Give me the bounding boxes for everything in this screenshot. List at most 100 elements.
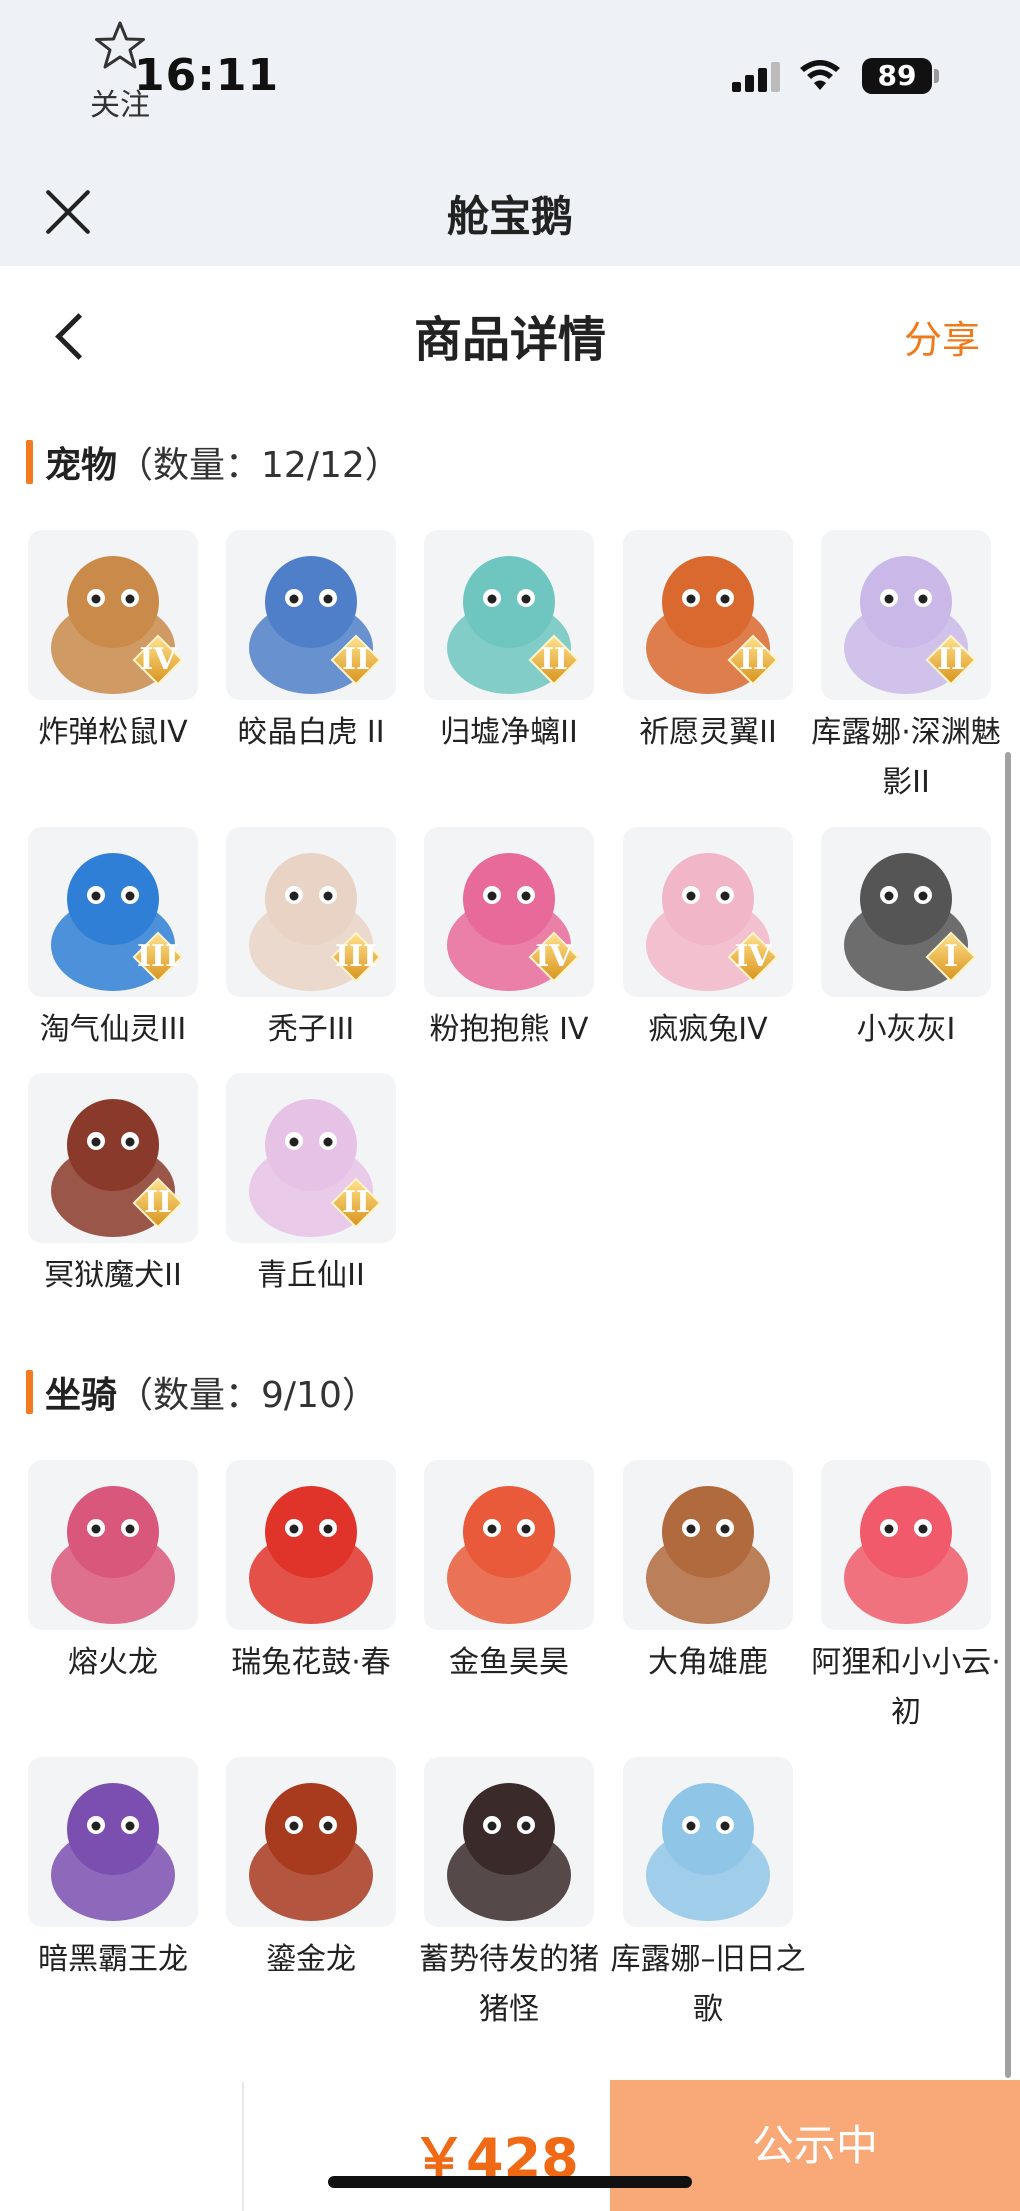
- rank-badge: III: [132, 931, 184, 983]
- item-thumbnail: I: [821, 827, 991, 997]
- list-item[interactable]: IV 粉抱抱熊 IV: [410, 827, 608, 1055]
- rank-numeral: III: [334, 939, 378, 974]
- item-thumbnail: [226, 1460, 396, 1630]
- pets-section-title: 宠物（数量：12/12）: [26, 436, 401, 488]
- item-label: 青丘仙II: [257, 1258, 365, 1293]
- item-label: 暗黑霸王龙: [38, 1942, 188, 1977]
- rank-badge: II: [528, 634, 580, 686]
- item-label: 冥狱魔犬II: [44, 1258, 182, 1293]
- section-accent-bar: [26, 440, 33, 484]
- rank-numeral: IV: [734, 939, 772, 974]
- list-item[interactable]: 鎏金龙: [212, 1757, 410, 1985]
- list-item[interactable]: III 淘气仙灵III: [14, 827, 212, 1055]
- section-name: 坐骑: [45, 1375, 118, 1416]
- follow-label: 关注: [90, 88, 150, 123]
- mounts-section-title: 坐骑（数量：9/10）: [26, 1366, 378, 1418]
- character-image: [844, 1486, 968, 1624]
- item-label: 库露娜·深渊魅影II: [811, 715, 1001, 800]
- rank-numeral: III: [136, 939, 180, 974]
- battery-tip: [934, 69, 939, 83]
- item-label: 归墟净螭II: [440, 715, 578, 750]
- item-label: 秃子III: [267, 1012, 355, 1047]
- rank-badge: II: [330, 1177, 382, 1229]
- list-item[interactable]: 暗黑霸王龙: [14, 1757, 212, 1985]
- page-title: 商品详情: [413, 312, 606, 368]
- list-item[interactable]: 金鱼昊昊: [410, 1460, 608, 1688]
- item-thumbnail: II: [424, 530, 594, 700]
- list-item[interactable]: 蓄势待发的猪猪怪: [410, 1757, 608, 2035]
- character-image: [249, 1783, 373, 1921]
- rank-badge: IV: [132, 634, 184, 686]
- item-thumbnail: [424, 1757, 594, 1927]
- list-item[interactable]: 大角雄鹿: [609, 1460, 807, 1688]
- item-label: 小灰灰I: [856, 1012, 956, 1047]
- rank-badge: II: [330, 634, 382, 686]
- star-icon: [95, 21, 145, 69]
- rank-numeral: II: [143, 1185, 173, 1220]
- rank-numeral: II: [738, 642, 768, 677]
- list-item[interactable]: IV 炸弹松鼠IV: [14, 530, 212, 758]
- list-item[interactable]: 熔火龙: [14, 1460, 212, 1688]
- item-thumbnail: III: [28, 827, 198, 997]
- item-thumbnail: IV: [424, 827, 594, 997]
- character-image: [51, 1783, 175, 1921]
- item-label: 库露娜–旧日之歌: [610, 1942, 806, 2027]
- wifi-icon: [800, 60, 840, 90]
- list-item[interactable]: 瑞兔花鼓·春: [212, 1460, 410, 1688]
- item-thumbnail: [424, 1460, 594, 1630]
- mini-program-title: 舱宝鹅: [446, 192, 573, 241]
- list-item[interactable]: II 皎晶白虎 II: [212, 530, 410, 758]
- item-thumbnail: [623, 1757, 793, 1927]
- list-item[interactable]: 阿狸和小小云·初: [807, 1460, 1005, 1738]
- item-label: 金鱼昊昊: [449, 1645, 569, 1680]
- section-name: 宠物: [45, 445, 118, 486]
- home-indicator: [328, 2176, 692, 2188]
- section-accent-bar: [26, 1370, 33, 1414]
- list-item[interactable]: I 小灰灰I: [807, 827, 1005, 1055]
- rank-numeral: II: [341, 642, 371, 677]
- item-thumbnail: [28, 1757, 198, 1927]
- item-label: 阿狸和小小云·初: [811, 1645, 1001, 1730]
- item-thumbnail: II: [226, 530, 396, 700]
- item-label: 大角雄鹿: [648, 1645, 768, 1680]
- character-image: [447, 1486, 571, 1624]
- list-item[interactable]: II 库露娜·深渊魅影II: [807, 530, 1005, 808]
- list-item[interactable]: III 秃子III: [212, 827, 410, 1055]
- character-image: [646, 1783, 770, 1921]
- rank-badge: II: [925, 634, 977, 686]
- list-item[interactable]: II 祈愿灵翼II: [609, 530, 807, 758]
- list-item[interactable]: II 冥狱魔犬II: [14, 1073, 212, 1301]
- scrollbar[interactable]: [1005, 752, 1011, 2078]
- item-label: 蓄势待发的猪猪怪: [419, 1942, 599, 2027]
- list-item[interactable]: IV 疯疯兔IV: [609, 827, 807, 1055]
- item-thumbnail: [28, 1460, 198, 1630]
- list-item[interactable]: II 归墟净螭II: [410, 530, 608, 758]
- character-image: [447, 1783, 571, 1921]
- signal-icon: [732, 62, 782, 92]
- character-image: [51, 1486, 175, 1624]
- list-item[interactable]: 库露娜–旧日之歌: [609, 1757, 807, 2035]
- battery-indicator: 89: [862, 58, 932, 94]
- status-button[interactable]: 公示中: [610, 2080, 1020, 2211]
- item-label: 鎏金龙: [266, 1942, 356, 1977]
- item-thumbnail: IV: [28, 530, 198, 700]
- item-label: 熔火龙: [68, 1645, 158, 1680]
- rank-badge: II: [132, 1177, 184, 1229]
- rank-badge: III: [330, 931, 382, 983]
- item-thumbnail: [623, 1460, 793, 1630]
- list-item[interactable]: II 青丘仙II: [212, 1073, 410, 1301]
- section-count: （数量：12/12）: [117, 445, 401, 486]
- bottom-divider: [242, 2082, 244, 2211]
- rank-numeral: I: [943, 939, 959, 974]
- item-label: 炸弹松鼠IV: [38, 715, 188, 750]
- rank-numeral: II: [341, 1185, 371, 1220]
- item-thumbnail: II: [821, 530, 991, 700]
- rank-numeral: IV: [139, 642, 177, 677]
- rank-badge: IV: [727, 931, 779, 983]
- item-thumbnail: III: [226, 827, 396, 997]
- share-button[interactable]: 分享: [904, 309, 980, 364]
- item-thumbnail: [821, 1460, 991, 1630]
- follow-button[interactable]: 关注: [60, 20, 180, 124]
- rank-badge: II: [727, 634, 779, 686]
- item-label: 疯疯兔IV: [648, 1012, 768, 1047]
